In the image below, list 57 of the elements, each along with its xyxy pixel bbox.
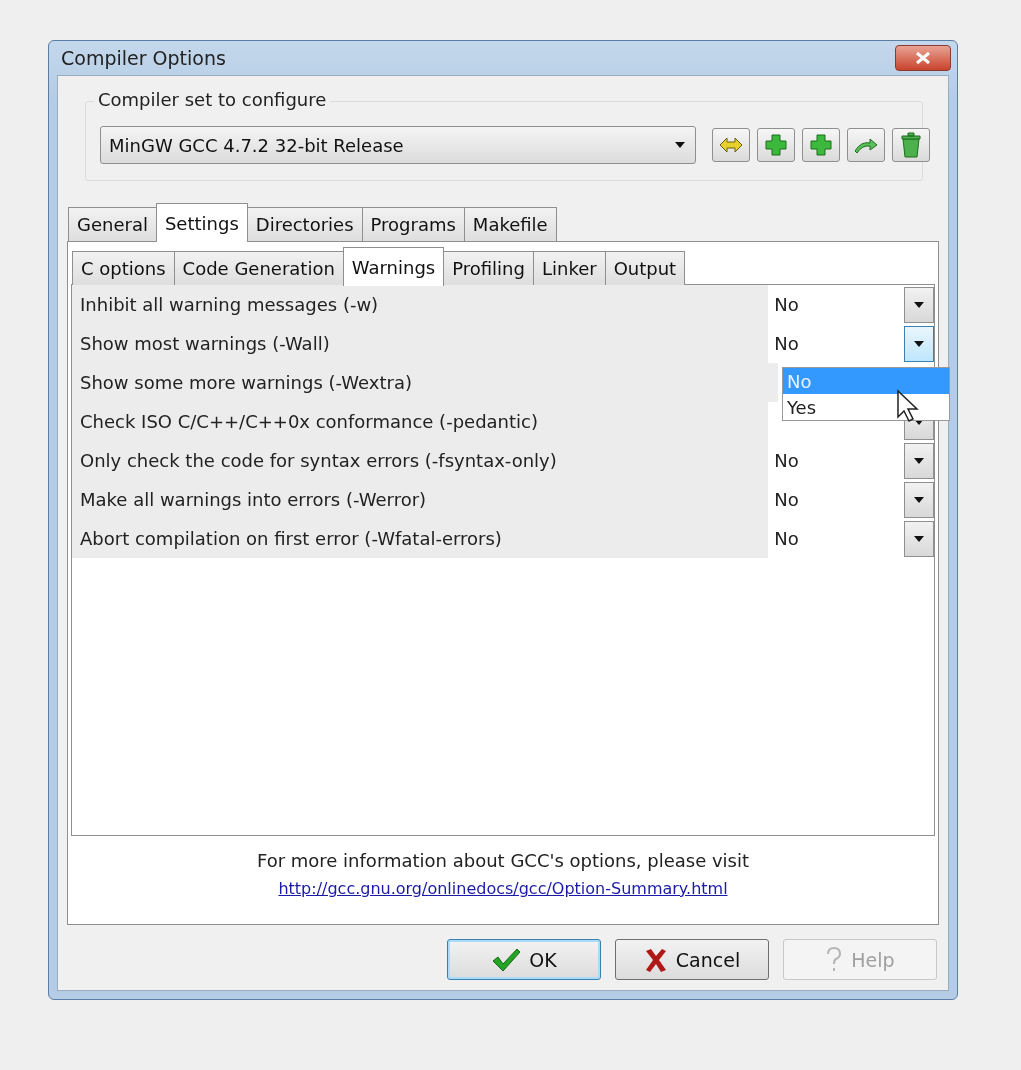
option-label: Show most warnings (-Wall) (72, 324, 769, 363)
option-label: Only check the code for syntax errors (-fsyntax-only) (72, 441, 769, 480)
question-mark-icon (825, 945, 844, 974)
toolbar-button[interactable] (712, 128, 750, 162)
tab[interactable]: Profiling (443, 251, 534, 285)
tab[interactable]: General (68, 207, 157, 241)
plus-icon (809, 133, 833, 157)
option-value[interactable]: No (774, 450, 905, 471)
tab[interactable]: C options (72, 251, 175, 285)
dropdown-button[interactable] (904, 325, 934, 362)
docs-link[interactable]: http://gcc.gnu.org/onlinedocs/gcc/Option-Summary.html (278, 879, 728, 898)
group-label: Compiler set to configure (94, 89, 331, 110)
compiler-set-dropdown[interactable]: MinGW GCC 4.7.2 32-bit Release (100, 126, 696, 164)
option-value[interactable]: No (774, 489, 905, 510)
tab[interactable]: Makefile (463, 207, 557, 241)
trash-icon (900, 132, 922, 158)
tab[interactable]: Settings (155, 203, 248, 242)
close-button[interactable] (895, 45, 951, 71)
window-title: Compiler Options (60, 47, 226, 69)
dropdown-arrow-icon (914, 535, 925, 542)
close-icon (915, 51, 931, 65)
dropdown-arrow-icon (914, 457, 925, 464)
close-icon (643, 946, 668, 973)
dropdown-button[interactable] (904, 520, 934, 557)
tab[interactable]: Programs (361, 207, 465, 241)
info-text: For more information about GCC's options, please visit (256, 850, 750, 871)
toolbar-button[interactable] (802, 128, 840, 162)
option-value[interactable]: No (774, 294, 905, 315)
option-value[interactable]: No (774, 333, 905, 354)
tab[interactable]: Directories (246, 207, 363, 241)
dropdown-button[interactable] (904, 286, 934, 323)
dropdown-arrow-icon (914, 418, 925, 425)
checkmark-icon (491, 946, 522, 973)
dropdown-arrow-icon (914, 496, 925, 503)
tab[interactable]: Linker (532, 251, 606, 285)
option-label: Abort compilation on first error (-Wfatal-errors) (72, 519, 769, 558)
tab[interactable]: Warnings (342, 247, 445, 286)
option-label: Show some more warnings (-Wextra) (72, 363, 778, 402)
option-label: Check ISO C/C++/C++0x conformance (-pedantic) (72, 402, 769, 441)
ok-button[interactable]: OK (447, 939, 601, 980)
toolbar-button[interactable] (757, 128, 795, 162)
option-label: Make all warnings into errors (-Werror) (72, 480, 769, 519)
swap-arrows-icon (718, 135, 744, 155)
dropdown-button[interactable] (904, 442, 934, 479)
cancel-button[interactable]: Cancel (615, 939, 769, 980)
arrow-icon (853, 135, 879, 155)
dropdown-arrow-icon (675, 142, 685, 148)
dropdown-arrow-icon (914, 301, 925, 308)
tab[interactable]: Code Generation (173, 251, 344, 285)
option-label: Inhibit all warning messages (-w) (72, 285, 769, 324)
dropdown-button[interactable] (904, 481, 934, 518)
dropdown-arrow-icon (914, 340, 925, 347)
plus-icon (764, 133, 788, 157)
toolbar-button[interactable] (892, 128, 930, 162)
tab[interactable]: Output (604, 251, 686, 285)
toolbar-button[interactable] (847, 128, 885, 162)
option-value[interactable]: No (774, 528, 905, 549)
